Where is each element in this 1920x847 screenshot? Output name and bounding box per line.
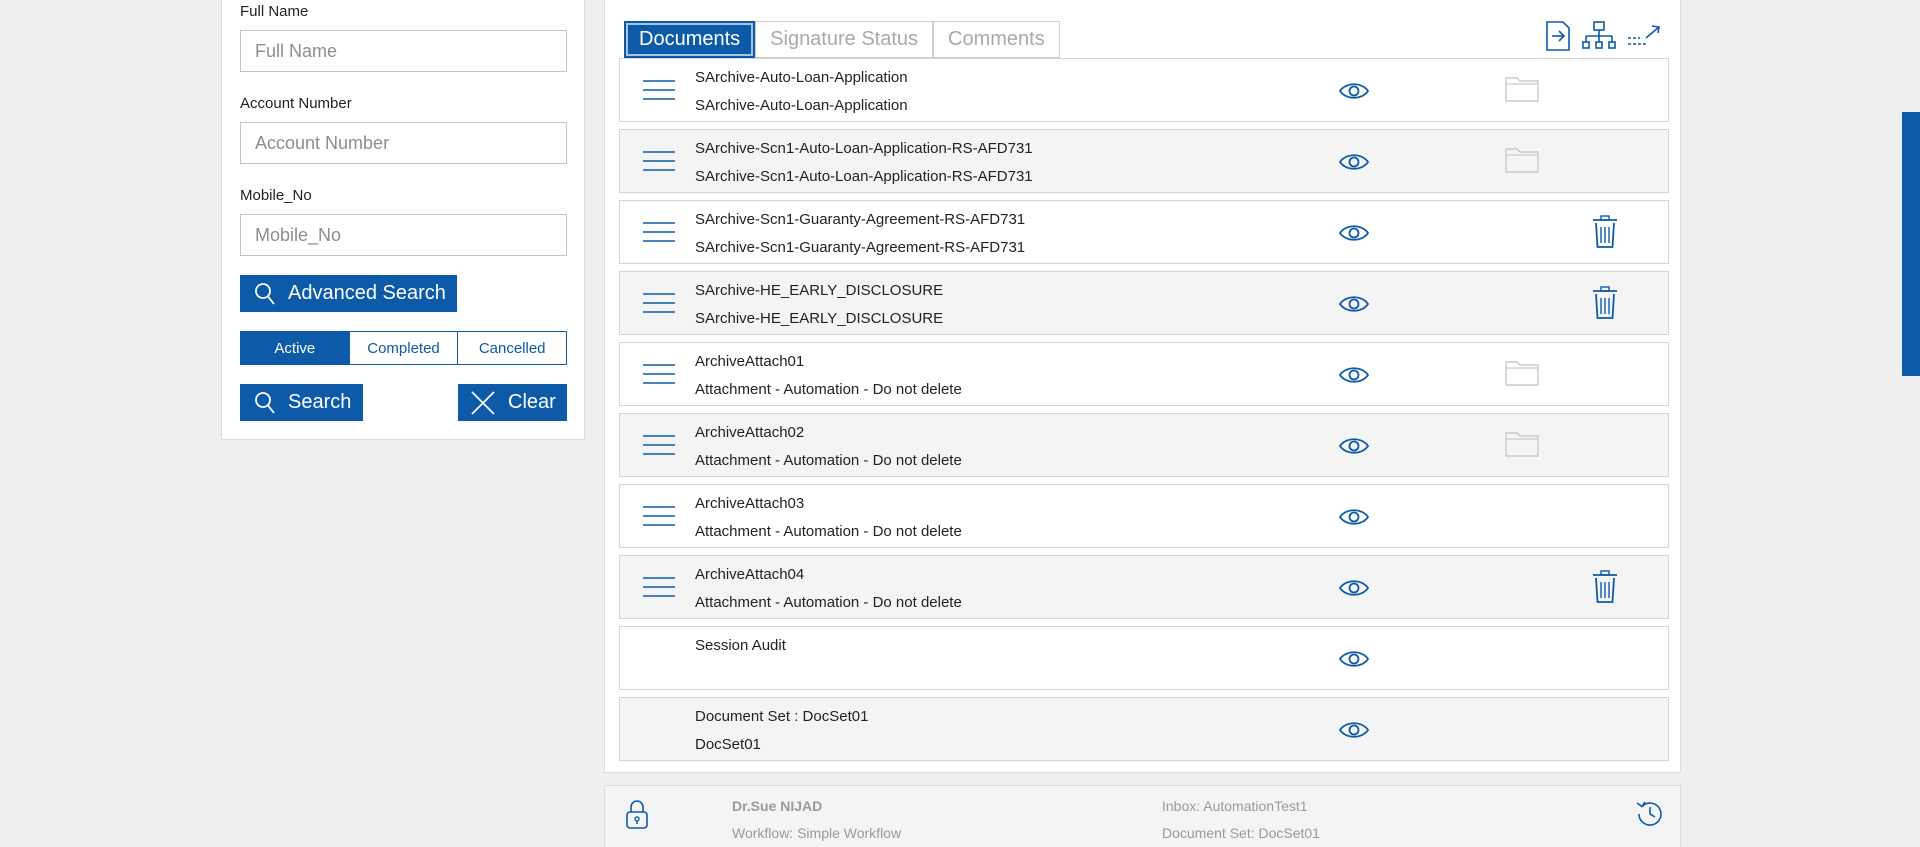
document-row[interactable]: SArchive-Auto-Loan-Application SArchive-A… <box>619 58 1669 122</box>
status-filter: Active Completed Cancelled <box>240 331 567 365</box>
document-title: SArchive-Auto-Loan-Application <box>695 69 908 86</box>
footer-document-set: Document Set: DocSet01 <box>1162 825 1320 841</box>
document-row[interactable]: SArchive-Scn1-Auto-Loan-Application-RS-A… <box>619 129 1669 193</box>
documents-toolbar <box>1544 20 1662 52</box>
drag-handle-icon[interactable] <box>643 79 675 106</box>
mobile-no-input[interactable] <box>240 214 567 256</box>
document-title: Document Set : DocSet01 <box>695 708 869 725</box>
tab-comments[interactable]: Comments <box>933 21 1060 58</box>
clear-button[interactable]: Clear <box>458 384 567 421</box>
view-eye-icon[interactable] <box>1338 506 1370 533</box>
workflow-tree-icon[interactable] <box>1582 20 1616 52</box>
drag-handle-icon[interactable] <box>643 505 675 532</box>
drag-handle-icon[interactable] <box>643 434 675 461</box>
folder-icon[interactable] <box>1505 74 1539 107</box>
document-subtitle: Attachment - Automation - Do not delete <box>695 452 962 469</box>
advanced-search-button[interactable]: Advanced Search <box>240 275 457 312</box>
view-eye-icon[interactable] <box>1338 364 1370 391</box>
account-number-input[interactable] <box>240 122 567 164</box>
tab-signature-status[interactable]: Signature Status <box>755 21 934 58</box>
side-panel-tab[interactable] <box>1902 112 1920 376</box>
status-completed-button[interactable]: Completed <box>349 332 459 364</box>
folder-icon[interactable] <box>1505 429 1539 462</box>
mobile-no-label: Mobile_No <box>240 187 312 204</box>
document-subtitle: DocSet01 <box>695 736 761 753</box>
search-icon <box>254 391 288 415</box>
drag-handle-icon[interactable] <box>643 576 675 603</box>
account-number-label: Account Number <box>240 95 352 112</box>
document-subtitle: SArchive-Scn1-Auto-Loan-Application-RS-A… <box>695 168 1033 185</box>
view-eye-icon[interactable] <box>1338 577 1370 604</box>
document-subtitle: SArchive-Scn1-Guaranty-Agreement-RS-AFD7… <box>695 239 1026 256</box>
document-subtitle: Attachment - Automation - Do not delete <box>695 594 962 611</box>
document-title: ArchiveAttach04 <box>695 566 805 583</box>
search-icon <box>254 282 288 306</box>
document-row[interactable]: ArchiveAttach03 Attachment - Automation -… <box>619 484 1669 548</box>
trash-icon[interactable] <box>1591 570 1619 609</box>
footer-user: Dr.Sue NIJAD <box>732 798 823 814</box>
document-list: SArchive-Auto-Loan-Application SArchive-A… <box>619 58 1669 768</box>
view-eye-icon[interactable] <box>1338 648 1370 675</box>
document-title: ArchiveAttach03 <box>695 495 805 512</box>
view-eye-icon[interactable] <box>1338 222 1370 249</box>
document-title: ArchiveAttach01 <box>695 353 805 370</box>
full-name-input[interactable] <box>240 30 567 72</box>
status-cancelled-button[interactable]: Cancelled <box>458 332 567 364</box>
folder-icon[interactable] <box>1505 145 1539 178</box>
documents-panel: Documents Signature Status Comments SArc… <box>604 0 1681 773</box>
tab-bar: Documents Signature Status Comments <box>624 21 1060 58</box>
trash-icon[interactable] <box>1591 286 1619 325</box>
document-title: SArchive-HE_EARLY_DISCLOSURE <box>695 282 944 299</box>
close-icon <box>470 390 508 416</box>
drag-handle-icon[interactable] <box>643 221 675 248</box>
document-subtitle: Attachment - Automation - Do not delete <box>695 381 962 398</box>
document-title: Session Audit <box>695 637 786 654</box>
view-eye-icon[interactable] <box>1338 435 1370 462</box>
document-title: SArchive-Scn1-Auto-Loan-Application-RS-A… <box>695 140 1033 157</box>
document-row[interactable]: ArchiveAttach02 Attachment - Automation -… <box>619 413 1669 477</box>
drag-handle-icon[interactable] <box>643 150 675 177</box>
document-subtitle: Attachment - Automation - Do not delete <box>695 523 962 540</box>
document-subtitle: SArchive-HE_EARLY_DISCLOSURE <box>695 310 944 327</box>
advanced-search-label: Advanced Search <box>288 282 446 304</box>
footer-workflow: Workflow: Simple Workflow <box>732 825 902 841</box>
document-subtitle: SArchive-Auto-Loan-Application <box>695 97 908 114</box>
tab-documents[interactable]: Documents <box>624 21 756 58</box>
export-icon[interactable] <box>1544 20 1572 52</box>
document-row[interactable]: SArchive-HE_EARLY_DISCLOSURE SArchive-HE_… <box>619 271 1669 335</box>
document-row[interactable]: ArchiveAttach01 Attachment - Automation -… <box>619 342 1669 406</box>
drag-handle-icon[interactable] <box>643 363 675 390</box>
search-label: Search <box>288 391 352 413</box>
document-title: ArchiveAttach02 <box>695 424 805 441</box>
view-eye-icon[interactable] <box>1338 151 1370 178</box>
view-eye-icon[interactable] <box>1338 80 1370 107</box>
trash-icon[interactable] <box>1591 215 1619 254</box>
lock-icon[interactable] <box>625 798 649 830</box>
history-clock-icon[interactable] <box>1634 798 1666 830</box>
workflow-info-footer: Dr.Sue NIJAD Workflow: Simple Workflow I… <box>604 785 1681 847</box>
document-row[interactable]: ArchiveAttach04 Attachment - Automation -… <box>619 555 1669 619</box>
search-button[interactable]: Search <box>240 384 363 421</box>
footer-inbox: Inbox: AutomationTest1 <box>1162 798 1308 814</box>
full-name-label: Full Name <box>240 3 309 20</box>
drag-handle-icon[interactable] <box>643 292 675 319</box>
clear-label: Clear <box>508 391 556 413</box>
document-row[interactable]: Session Audit <box>619 626 1669 690</box>
document-row[interactable]: SArchive-Scn1-Guaranty-Agreement-RS-AFD7… <box>619 200 1669 264</box>
document-title: SArchive-Scn1-Guaranty-Agreement-RS-AFD7… <box>695 211 1026 228</box>
folder-icon[interactable] <box>1505 358 1539 391</box>
view-eye-icon[interactable] <box>1338 719 1370 746</box>
view-eye-icon[interactable] <box>1338 293 1370 320</box>
status-active-button[interactable]: Active <box>241 332 350 364</box>
search-panel: Full Name Account Number Mobile_No Advan… <box>221 0 585 440</box>
expand-arrow-icon[interactable] <box>1626 20 1662 52</box>
document-row[interactable]: Document Set : DocSet01 DocSet01 <box>619 697 1669 761</box>
